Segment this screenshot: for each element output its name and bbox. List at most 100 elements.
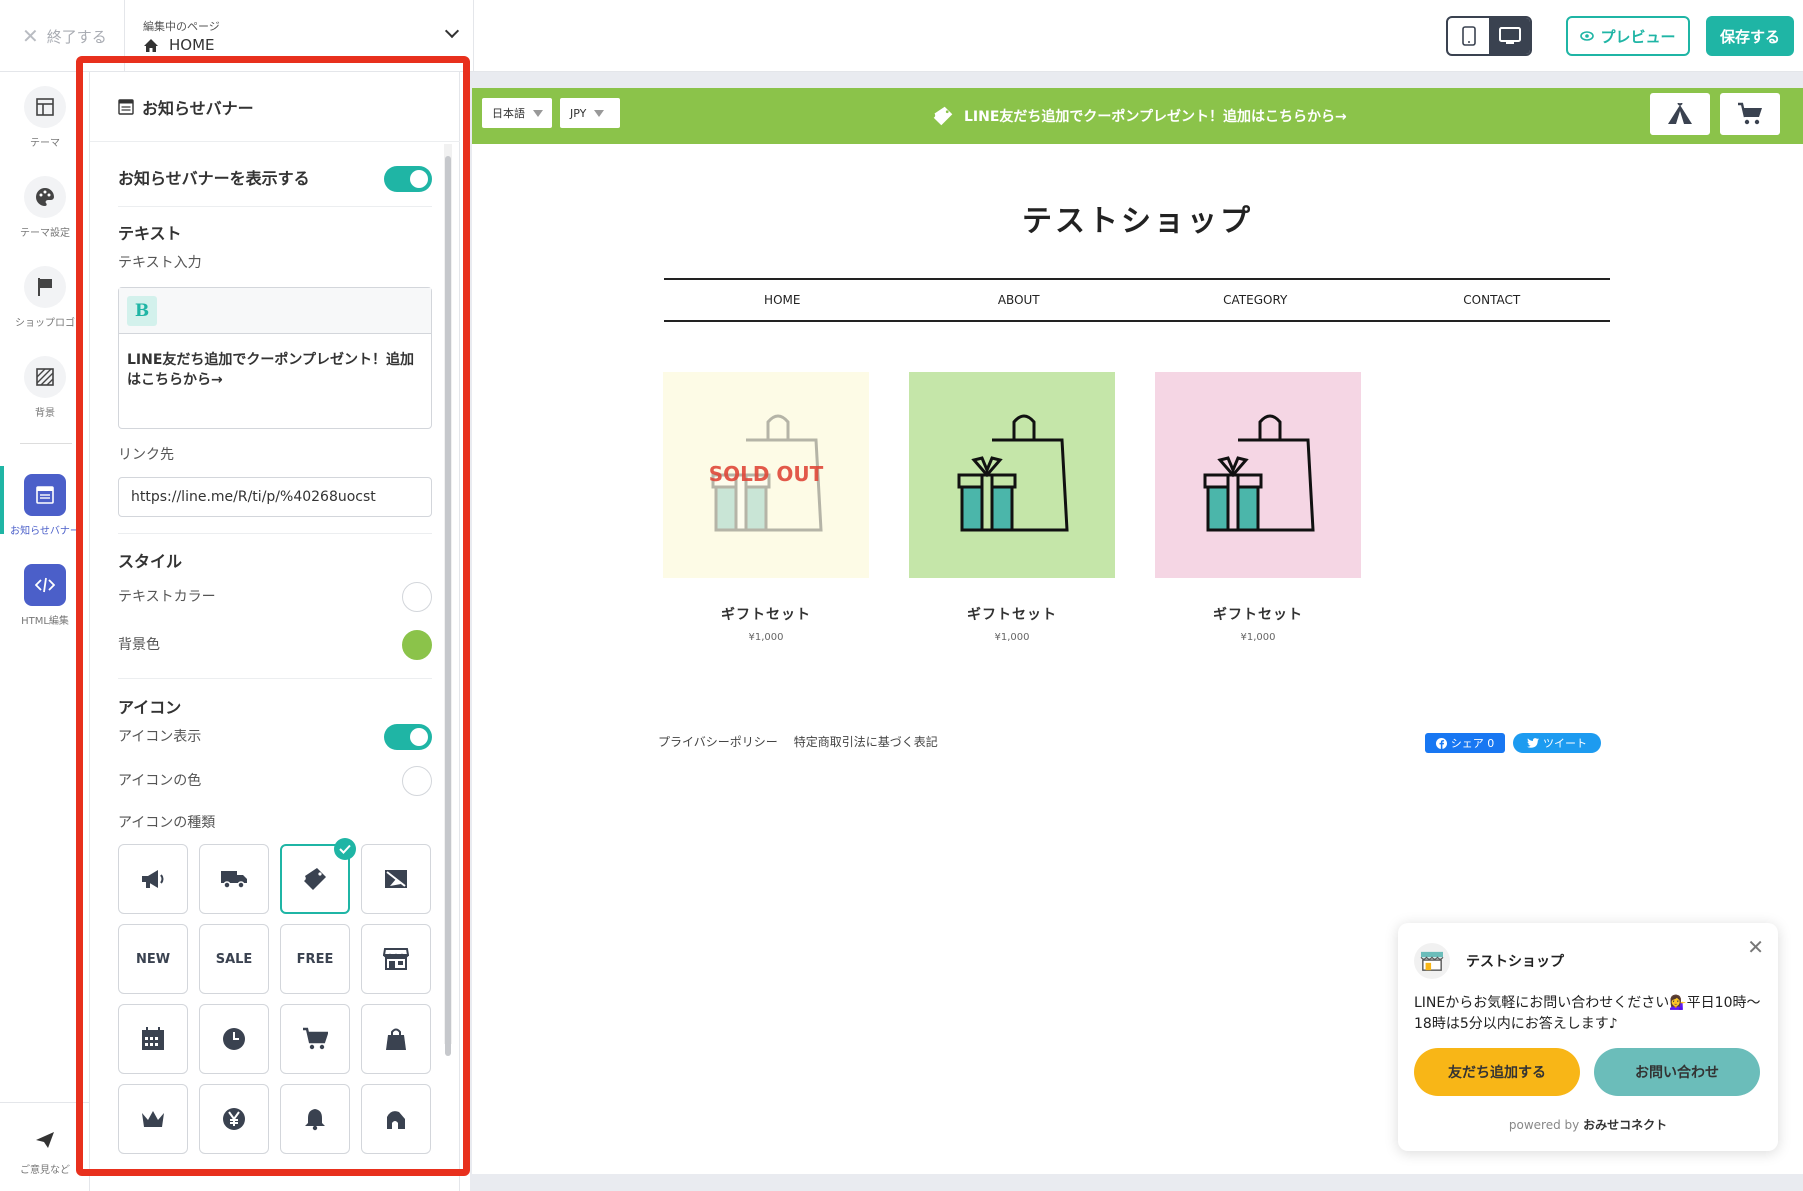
footer-links: プライバシーポリシー 特定商取引法に基づく表記 xyxy=(658,733,938,750)
pattern-icon xyxy=(36,368,54,386)
banner-text-editor[interactable]: B LINE友だち追加でクーポンプレゼント！追加はこちらから→ xyxy=(118,287,432,429)
icon-option-megaphone[interactable] xyxy=(118,844,188,914)
cart-button[interactable] xyxy=(1720,93,1780,135)
bag-icon xyxy=(386,1028,406,1050)
yen-icon xyxy=(223,1108,245,1130)
page-selector[interactable]: 編集中のページ HOME xyxy=(124,0,474,72)
icon-option-yen[interactable] xyxy=(199,1084,269,1154)
palette-icon xyxy=(36,188,54,206)
show-banner-toggle[interactable] xyxy=(384,166,432,192)
icon-option-clock[interactable] xyxy=(199,1004,269,1074)
shop-avatar xyxy=(1414,943,1450,979)
banner-link[interactable]: LINE友だち追加でクーポンプレゼント！追加はこちらから→ xyxy=(932,88,1347,144)
notice-banner[interactable]: 日本語 JPY LINE友だち追加でクーポンプレゼント！追加はこちらから→ xyxy=(472,88,1803,144)
powered-by: powered by おみせコネクト xyxy=(1508,1118,1668,1132)
inquiry-button[interactable]: お問い合わせ xyxy=(1594,1048,1760,1096)
privacy-policy-link[interactable]: プライバシーポリシー xyxy=(658,733,778,750)
editor-toolbar: B xyxy=(119,288,431,334)
icon-option-crown[interactable] xyxy=(118,1084,188,1154)
icon-option-ticket[interactable] xyxy=(280,838,356,914)
mobile-view-button[interactable] xyxy=(1448,18,1489,54)
icon-display-toggle[interactable] xyxy=(384,724,432,750)
icon-type-label: アイコンの種類 xyxy=(118,815,216,831)
product-price: ¥1,000 xyxy=(994,632,1030,643)
icon-option-image[interactable] xyxy=(361,844,431,914)
icon-option-calendar[interactable] xyxy=(118,1004,188,1074)
nav-item-theme-settings[interactable]: テーマ設定 xyxy=(0,176,90,256)
add-friend-button[interactable]: 友だち追加する xyxy=(1414,1048,1580,1096)
feedback-button[interactable]: ご意見など xyxy=(0,1102,90,1176)
banner-text-value[interactable]: LINE友だち追加でクーポンプレゼント！追加はこちらから→ xyxy=(119,334,431,406)
icon-color-swatch[interactable] xyxy=(402,766,432,796)
icon-section-heading: アイコン xyxy=(118,698,182,717)
icon-option-bell[interactable] xyxy=(280,1084,350,1154)
icon-display-row: アイコン表示 xyxy=(118,724,432,750)
chat-shop-name: テストショップ xyxy=(1466,954,1564,970)
save-button[interactable]: 保存する xyxy=(1706,16,1794,56)
desktop-view-button[interactable] xyxy=(1489,18,1530,54)
gift-icon xyxy=(387,1111,405,1129)
menu-item-about[interactable]: ABOUT xyxy=(901,280,1138,320)
icon-option-cart[interactable] xyxy=(280,1004,350,1074)
language-select[interactable]: 日本語 xyxy=(482,98,552,128)
close-icon: ✕ xyxy=(22,24,39,48)
icon-option-truck[interactable] xyxy=(199,844,269,914)
icon-option-sale[interactable]: SALE xyxy=(199,924,269,994)
nav-item-theme[interactable]: テーマ xyxy=(0,86,90,166)
link-label: リンク先 xyxy=(118,447,174,463)
caret-down-icon xyxy=(533,109,543,117)
product-image[interactable]: SOLD OUT xyxy=(663,372,869,578)
text-input-label: テキスト入力 xyxy=(118,255,202,271)
show-banner-row: お知らせバナーを表示する xyxy=(118,166,432,192)
calendar-icon xyxy=(142,1027,164,1050)
scrollbar-thumb[interactable] xyxy=(445,156,451,1056)
product-image[interactable] xyxy=(909,372,1115,578)
chat-message: LINEからお気軽にお問い合わせください💁‍♀️平日10時〜18時は5分以内にお… xyxy=(1414,995,1761,1032)
product-card[interactable]: ギフトセット ¥1,000 xyxy=(1155,372,1361,643)
nav-item-background[interactable]: 背景 xyxy=(0,356,90,436)
close-icon[interactable]: ✕ xyxy=(1747,935,1764,959)
twitter-icon xyxy=(1527,738,1539,748)
nav-item-html-edit[interactable]: HTML編集 xyxy=(0,564,90,644)
menu-item-category[interactable]: CATEGORY xyxy=(1137,280,1374,320)
menu-item-home[interactable]: HOME xyxy=(664,280,901,320)
divider xyxy=(118,206,432,207)
bold-button[interactable]: B xyxy=(127,296,157,326)
icon-option-gift[interactable] xyxy=(361,1084,431,1154)
flag-icon xyxy=(38,278,52,296)
currency-select[interactable]: JPY xyxy=(560,98,620,128)
caret-down-icon xyxy=(594,109,605,117)
commerce-law-link[interactable]: 特定商取引法に基づく表記 xyxy=(794,733,938,750)
link-url-input[interactable]: https://line.me/R/ti/p/%40268uocst xyxy=(118,477,432,517)
code-icon xyxy=(35,577,55,593)
panel-scrollbar[interactable] xyxy=(444,144,452,1056)
product-image[interactable] xyxy=(1155,372,1361,578)
icon-option-free[interactable]: FREE xyxy=(280,924,350,994)
product-name: ギフトセット xyxy=(721,607,811,623)
product-price: ¥1,000 xyxy=(1240,632,1276,643)
product-card[interactable]: ギフトセット ¥1,000 xyxy=(909,372,1115,643)
text-color-row: テキストカラー xyxy=(118,582,432,612)
icon-option-new[interactable]: NEW xyxy=(118,924,188,994)
chevron-down-icon xyxy=(444,23,460,39)
text-section-heading: テキスト xyxy=(118,224,182,243)
preview-button[interactable]: プレビュー xyxy=(1566,16,1690,56)
tent-button[interactable] xyxy=(1650,93,1710,135)
nav-item-notice-banner[interactable]: お知らせバナー xyxy=(0,466,90,554)
tent-icon xyxy=(1668,103,1692,124)
bg-color-swatch[interactable] xyxy=(402,630,432,660)
nav-item-shop-logo[interactable]: ショップロゴ xyxy=(0,266,90,346)
exit-button[interactable]: ✕ 終了する xyxy=(22,24,107,48)
icon-option-store[interactable] xyxy=(361,924,431,994)
icon-option-bag[interactable] xyxy=(361,1004,431,1074)
style-section-heading: スタイル xyxy=(118,552,183,571)
menu-item-contact[interactable]: CONTACT xyxy=(1374,280,1611,320)
product-card[interactable]: SOLD OUT ギフトセット ¥1,000 xyxy=(663,372,869,643)
icon-color-row: アイコンの色 xyxy=(118,766,432,796)
cart-icon xyxy=(1738,102,1762,125)
truck-icon xyxy=(221,871,247,889)
tweet-button[interactable]: ツイート xyxy=(1513,733,1601,753)
facebook-share-button[interactable]: シェア 0 xyxy=(1425,733,1505,753)
nav-divider xyxy=(20,443,72,444)
text-color-swatch[interactable] xyxy=(402,582,432,612)
